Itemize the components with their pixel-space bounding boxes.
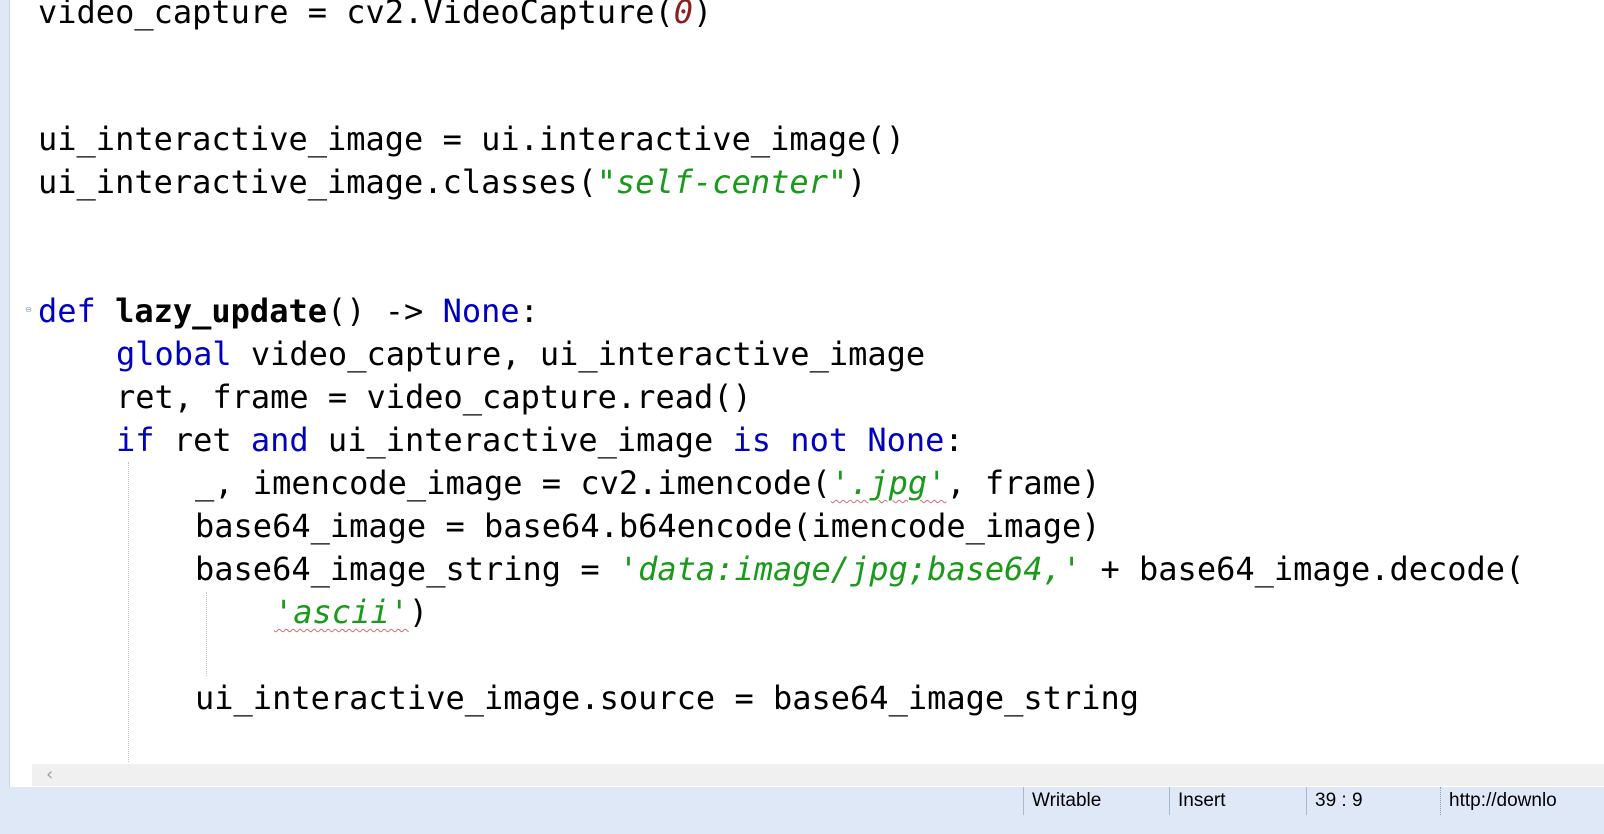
code-line[interactable]: ui_interactive_image.classes("self-cente… <box>38 160 866 204</box>
code-line[interactable]: ui_interactive_image = ui.interactive_im… <box>38 117 905 161</box>
keyword: and <box>250 421 309 459</box>
code-line[interactable]: video_capture = cv2.VideoCapture(0) <box>38 0 712 34</box>
code-line[interactable]: if ret and ui_interactive_image is not N… <box>116 418 964 462</box>
code-text: base64_image = base64.b64encode(imencode… <box>195 507 1101 545</box>
indent-guide <box>206 592 207 676</box>
code-text: ui_interactive_image = ui.interactive_im… <box>38 120 905 158</box>
code-text: _, imencode_image = cv2.imencode( <box>195 464 831 502</box>
code-line[interactable]: base64_image = base64.b64encode(imencode… <box>195 504 1100 548</box>
code-text: ret <box>154 421 251 459</box>
string-literal: 'ascii' <box>274 593 409 631</box>
status-bar: Writable Insert 39 : 9 http://downlo <box>0 787 1604 834</box>
string-literal: '.jpg' <box>830 464 947 502</box>
editor-window: ⊖ video_capture = cv2.VideoCapture(0) ui… <box>0 0 1604 834</box>
keyword: global <box>116 335 232 373</box>
number-literal: 0 <box>673 0 694 31</box>
code-text: + base64_image.decode( <box>1081 550 1525 588</box>
code-text: video_capture, ui_interactive_image <box>231 335 926 373</box>
chevron-left-icon[interactable]: ‹ <box>46 764 64 786</box>
code-text: video_capture = cv2.VideoCapture( <box>38 0 674 31</box>
status-insert-mode[interactable]: Insert <box>1169 787 1306 815</box>
code-text: ) <box>847 163 867 201</box>
code-editor[interactable]: ⊖ video_capture = cv2.VideoCapture(0) ui… <box>10 0 1604 778</box>
editor-frame: ⊖ video_capture = cv2.VideoCapture(0) ui… <box>9 0 1604 806</box>
code-line[interactable]: global video_capture, ui_interactive_ima… <box>116 332 925 376</box>
code-line[interactable]: base64_image_string = 'data:image/jpg;ba… <box>195 547 1524 591</box>
horizontal-scrollbar[interactable]: ‹ <box>32 764 1604 786</box>
code-text: ) <box>408 593 429 631</box>
code-line[interactable]: _, imencode_image = cv2.imencode('.jpg',… <box>195 461 1100 505</box>
code-text: : <box>519 292 539 330</box>
keyword: is not None <box>732 421 945 459</box>
status-url: http://downlo <box>1440 787 1604 815</box>
function-name: lazy_update <box>115 292 327 330</box>
indent-guide <box>128 462 129 762</box>
code-text: , frame) <box>946 464 1101 502</box>
code-text: base64_image_string = <box>195 550 619 588</box>
code-line[interactable]: 'ascii') <box>274 590 428 634</box>
code-line[interactable]: ui_interactive_image.source = base64_ima… <box>195 676 1139 720</box>
code-text: ) <box>693 0 713 31</box>
code-line[interactable]: def lazy_update() -> None: <box>38 289 539 333</box>
status-mode[interactable]: Writable <box>1023 787 1170 815</box>
code-text: : <box>944 421 964 459</box>
keyword: def <box>38 292 96 330</box>
string-literal: 'data:image/jpg;base64,' <box>618 550 1082 588</box>
keyword: None <box>442 292 520 330</box>
code-text: ui_interactive_image.source = base64_ima… <box>195 679 1140 717</box>
code-text: () -> <box>326 292 443 330</box>
code-text: ret, frame = video_capture.read() <box>116 378 752 416</box>
code-text: ui_interactive_image <box>308 421 733 459</box>
code-line[interactable]: ret, frame = video_capture.read() <box>116 375 752 419</box>
keyword: if <box>116 421 155 459</box>
status-cursor-position[interactable]: 39 : 9 <box>1306 787 1435 815</box>
string-literal: "self-center" <box>596 163 848 201</box>
fold-marker-icon[interactable]: ⊖ <box>25 306 33 314</box>
code-text: ui_interactive_image.classes( <box>38 163 597 201</box>
